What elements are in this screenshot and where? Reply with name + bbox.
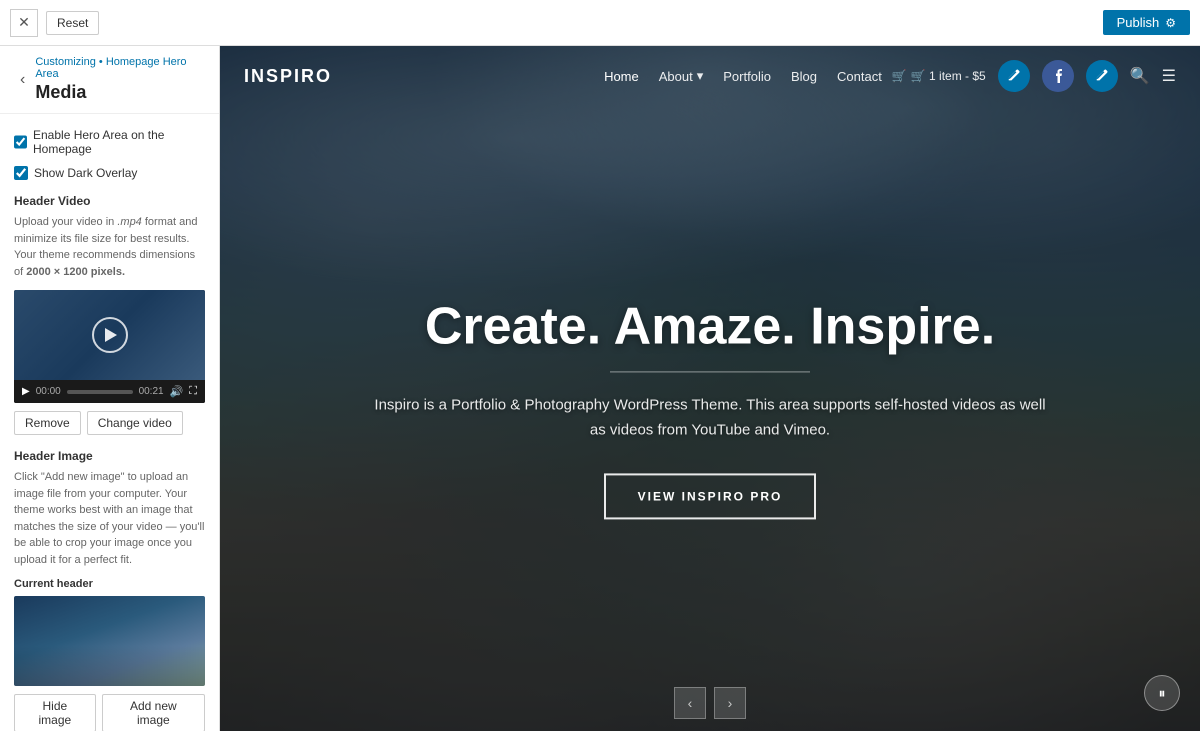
site-navbar: INSPIRO Home About ▾ Portfolio Blog Cont… [220, 46, 1200, 106]
show-overlay-label[interactable]: Show Dark Overlay [34, 166, 137, 180]
video-preview: ▶ 00:00 00:21 🔊 ⛶ [14, 290, 205, 403]
nav-link-blog[interactable]: Blog [791, 69, 817, 84]
video-volume-button[interactable]: 🔊 [170, 385, 184, 398]
remove-video-button[interactable]: Remove [14, 411, 81, 435]
breadcrumb: Customizing • Homepage Hero Area [35, 56, 205, 80]
show-overlay-row: Show Dark Overlay [14, 166, 205, 180]
main-layout: ‹ Customizing • Homepage Hero Area Media… [0, 46, 1200, 731]
change-video-button[interactable]: Change video [87, 411, 183, 435]
video-progress-bar[interactable] [67, 390, 133, 394]
enable-hero-checkbox[interactable] [14, 135, 27, 149]
breadcrumb-prefix: Customizing • [35, 56, 102, 68]
hero-cta-button[interactable]: VIEW INSPIRO PRO [604, 473, 817, 519]
show-overlay-checkbox[interactable] [14, 166, 28, 180]
nav-links: Home About ▾ Portfolio Blog Contact [604, 68, 882, 84]
publish-button[interactable]: Publish ⚙ [1103, 10, 1190, 35]
close-button[interactable]: ✕ [10, 9, 38, 37]
publish-label: Publish [1117, 15, 1160, 30]
current-header-image [14, 596, 205, 686]
image-description: Click "Add new image" to upload an image… [14, 469, 205, 568]
facebook-button[interactable] [1042, 60, 1074, 92]
play-circle-button[interactable] [92, 317, 128, 353]
nav-link-contact[interactable]: Contact [837, 69, 882, 84]
search-icon[interactable]: 🔍 [1130, 66, 1150, 86]
cart-button[interactable]: 🛒 🛒 1 item - $5 [892, 69, 986, 83]
add-new-image-button[interactable]: Add new image [102, 694, 205, 731]
current-header-label: Current header [14, 578, 205, 590]
video-controls: ▶ 00:00 00:21 🔊 ⛶ [14, 380, 205, 403]
cart-label: 🛒 1 item - $5 [911, 69, 986, 83]
nav-link-about[interactable]: About ▾ [659, 68, 704, 84]
about-chevron-icon: ▾ [697, 68, 704, 84]
nav-arrows: ‹ › [674, 687, 746, 719]
video-play-button[interactable]: ▶ [22, 386, 30, 397]
pencil-icon-2 [1095, 69, 1109, 83]
preview-area: INSPIRO Home About ▾ Portfolio Blog Cont… [220, 46, 1200, 731]
header-image-label: Header Image [14, 449, 205, 463]
video-fullscreen-button[interactable]: ⛶ [189, 385, 197, 398]
admin-edit-button-2[interactable] [1086, 60, 1118, 92]
video-time-current: 00:00 [36, 386, 61, 397]
hero-divider [610, 371, 810, 372]
menu-icon[interactable]: ☰ [1162, 66, 1176, 86]
prev-arrow[interactable]: ‹ [674, 687, 706, 719]
reset-button[interactable]: Reset [46, 11, 99, 35]
pencil-icon-1 [1007, 69, 1021, 83]
sidebar-content: Enable Hero Area on the Homepage Show Da… [0, 114, 219, 731]
video-time-total: 00:21 [139, 386, 164, 397]
header-video-label: Header Video [14, 194, 205, 208]
nav-link-portfolio[interactable]: Portfolio [723, 69, 771, 84]
admin-edit-button-1[interactable] [998, 60, 1030, 92]
site-logo: INSPIRO [244, 66, 332, 87]
pause-icon: ⏸ [1159, 685, 1166, 702]
facebook-icon [1050, 68, 1066, 84]
hide-image-button[interactable]: Hide image [14, 694, 96, 731]
enable-hero-label[interactable]: Enable Hero Area on the Homepage [33, 128, 205, 156]
nav-icons: 🛒 🛒 1 item - $5 🔍 ☰ [892, 60, 1176, 92]
top-bar: ✕ Reset Publish ⚙ [0, 0, 1200, 46]
video-thumbnail [14, 290, 205, 380]
sidebar-header: ‹ Customizing • Homepage Hero Area Media [0, 46, 219, 114]
nav-link-home[interactable]: Home [604, 69, 639, 84]
hero-subtitle: Inspiro is a Portfolio & Photography Wor… [367, 392, 1053, 443]
image-action-buttons: Hide image Add new image [14, 694, 205, 731]
video-action-buttons: Remove Change video [14, 411, 205, 435]
hero-title: Create. Amaze. Inspire. [367, 298, 1053, 355]
enable-hero-row: Enable Hero Area on the Homepage [14, 128, 205, 156]
hero-content: Create. Amaze. Inspire. Inspiro is a Por… [367, 298, 1053, 519]
cart-icon: 🛒 [892, 69, 907, 83]
video-description: Upload your video in .mp4 format and min… [14, 214, 205, 280]
back-button[interactable]: ‹ [14, 69, 31, 91]
sidebar-title: Media [35, 82, 205, 103]
next-arrow[interactable]: › [714, 687, 746, 719]
sidebar: ‹ Customizing • Homepage Hero Area Media… [0, 46, 220, 731]
pause-button[interactable]: ⏸ [1144, 675, 1180, 711]
gear-icon: ⚙ [1165, 16, 1176, 30]
